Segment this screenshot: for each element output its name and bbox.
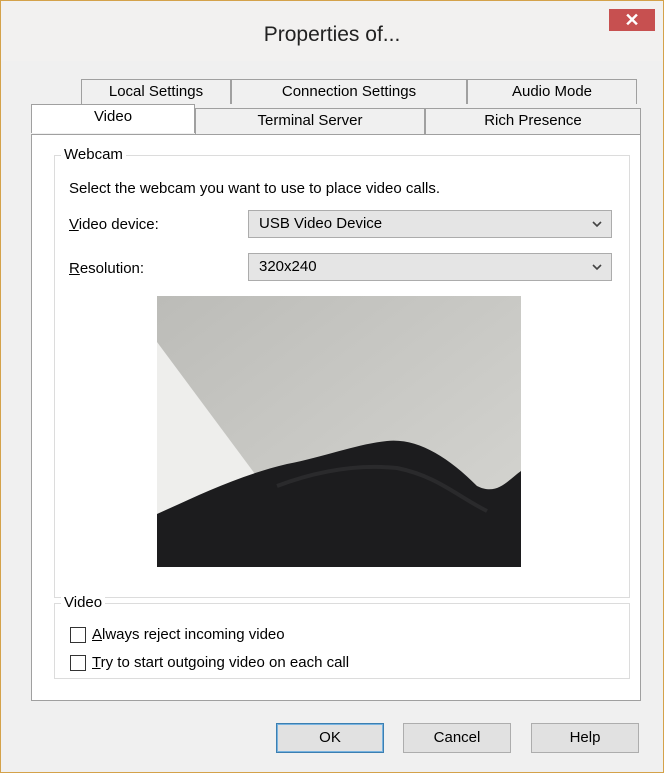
tab-connection-settings[interactable]: Connection Settings: [231, 79, 467, 104]
resolution-value: 320x240: [259, 258, 317, 275]
webcam-group-title: Webcam: [61, 146, 126, 163]
always-reject-checkbox[interactable]: [70, 627, 86, 643]
webcam-preview: [157, 296, 521, 567]
video-device-label: Video device:: [69, 216, 159, 233]
start-outgoing-mnemonic: T: [92, 654, 101, 671]
tab-panel-video: Webcam Select the webcam you want to use…: [31, 134, 641, 701]
video-device-value: USB Video Device: [259, 215, 383, 232]
resolution-label-rest: esolution:: [79, 260, 145, 277]
video-device-select[interactable]: USB Video Device: [248, 210, 612, 238]
tab-strip: Local Settings Connection Settings Audio…: [31, 79, 641, 134]
resolution-label: Resolution:: [69, 260, 144, 277]
close-button[interactable]: ✕: [609, 9, 655, 31]
title-bar[interactable]: Properties of... ✕: [1, 1, 663, 61]
tab-audio-mode[interactable]: Audio Mode: [467, 79, 637, 104]
always-reject-label-rest: lways reject incoming video: [102, 626, 285, 643]
resolution-select[interactable]: 320x240: [248, 253, 612, 281]
start-outgoing-checkbox[interactable]: [70, 655, 86, 671]
start-outgoing-label[interactable]: Try to start outgoing video on each call: [92, 654, 349, 671]
webcam-instruction: Select the webcam you want to use to pla…: [69, 180, 441, 197]
start-outgoing-label-rest: ry to start outgoing video on each call: [100, 654, 350, 671]
tab-rich-presence[interactable]: Rich Presence: [425, 108, 641, 134]
video-device-label-rest: ideo device:: [78, 216, 159, 233]
properties-dialog: Properties of... ✕ Local Settings Connec…: [0, 0, 664, 773]
help-button[interactable]: Help: [531, 723, 639, 753]
chevron-down-icon: [591, 211, 603, 246]
tab-terminal-server[interactable]: Terminal Server: [195, 108, 425, 134]
ok-button[interactable]: OK: [276, 723, 384, 753]
resolution-mnemonic: R: [69, 260, 80, 277]
tab-local-settings[interactable]: Local Settings: [81, 79, 231, 104]
window-title: Properties of...: [263, 23, 401, 46]
video-group-title: Video: [61, 594, 106, 611]
tab-video[interactable]: Video: [31, 104, 195, 133]
always-reject-label[interactable]: Always reject incoming video: [92, 626, 285, 643]
video-device-mnemonic: V: [69, 216, 79, 233]
close-icon: ✕: [624, 10, 640, 30]
chevron-down-icon: [591, 254, 603, 289]
always-reject-mnemonic: A: [92, 626, 103, 643]
cancel-button[interactable]: Cancel: [403, 723, 511, 753]
